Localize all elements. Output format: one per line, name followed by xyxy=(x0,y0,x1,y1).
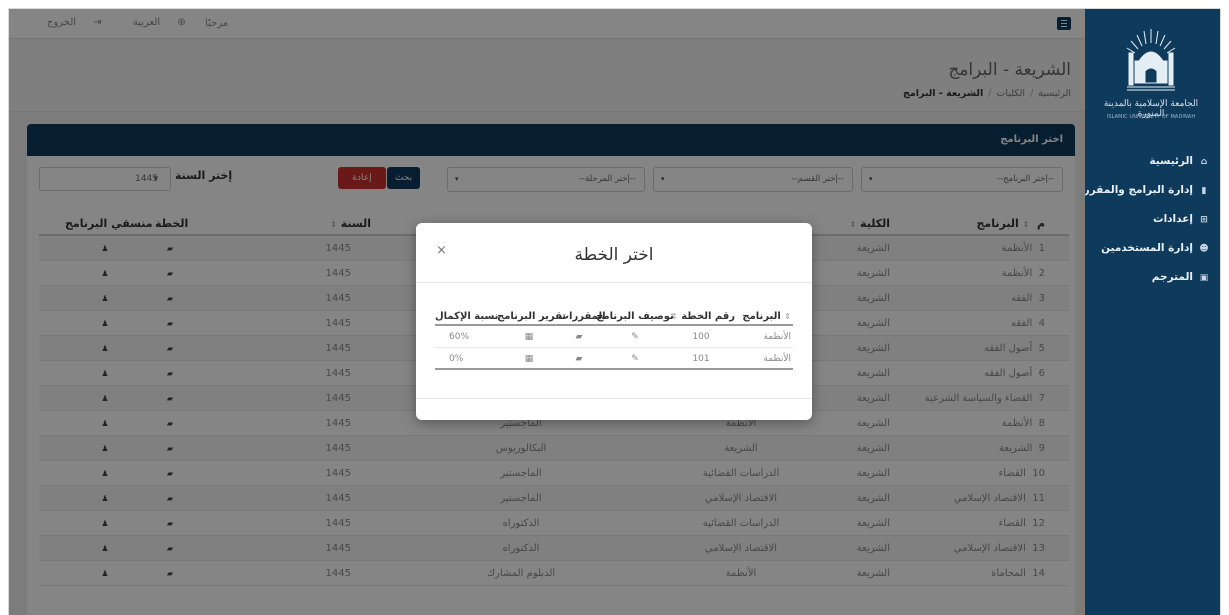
column-header-program[interactable]: ⇕ البرنامج xyxy=(742,307,791,326)
edit-description-icon[interactable]: ✎ xyxy=(595,348,675,370)
sidebar-item-label: المترجم xyxy=(1151,271,1193,283)
sidebar-item-settings[interactable]: ⊞ إعدادات xyxy=(1083,205,1220,234)
sidebar-item-users[interactable]: ☻ إدارة المستخدمين xyxy=(1083,234,1220,263)
completion-value: 0% xyxy=(449,354,464,364)
plan-program: الأنظمة xyxy=(763,354,791,364)
courses-book-icon[interactable]: ▰ xyxy=(559,348,599,370)
sidebar-item-label: الرئيسية xyxy=(1149,155,1193,167)
sidebar-nav: ⌂ الرئيسية ▮ إدارة البرامج والمقررات ⊞ إعدا… xyxy=(1069,147,1220,292)
column-header-description: توصيف البرنامج xyxy=(596,311,674,322)
plan-row[interactable]: الأنظمة 101 ✎ ▰ ▦ 0% xyxy=(435,348,793,370)
users-icon: ☻ xyxy=(1199,244,1209,254)
completion-value: 60% xyxy=(449,332,470,342)
app-window: الجامعة الإسلامية بالمدينة المنورة ISLAM… xyxy=(8,8,1221,615)
book-icon: ▮ xyxy=(1201,186,1207,196)
home-icon: ⌂ xyxy=(1200,157,1208,167)
courses-book-icon[interactable]: ▰ xyxy=(559,326,599,348)
column-header-label: البرنامج xyxy=(742,311,781,322)
report-icon[interactable]: ▦ xyxy=(497,326,561,348)
plan-number: 100 xyxy=(692,332,710,342)
mosque-emblem-icon xyxy=(1126,29,1176,91)
plan-row[interactable]: الأنظمة 100 ✎ ▰ ▦ 60% xyxy=(435,326,793,348)
column-header-completion: نسبة الإكمال xyxy=(435,311,499,322)
modal-header: اختر الخطة × xyxy=(416,223,812,283)
column-header-label: رقم الخطة xyxy=(681,311,736,322)
university-name-english: ISLAMIC UNIVERSITY OF MADINAH xyxy=(1106,114,1196,120)
plan-number: 101 xyxy=(692,354,710,364)
sidebar-item-label: إدارة البرامج والمقررات xyxy=(1069,184,1193,196)
plans-table: ⇕ البرنامج ⇕ رقم الخطة توصيف البرنامج ال… xyxy=(435,307,793,370)
sidebar-item-translator[interactable]: ▣ المترجم xyxy=(1083,263,1220,292)
sidebar-item-programs[interactable]: ▮ إدارة البرامج والمقررات xyxy=(1069,176,1220,205)
edit-description-icon[interactable]: ✎ xyxy=(595,326,675,348)
close-icon[interactable]: × xyxy=(436,243,447,258)
main-content: ⊕ العربية ⇥ الخروج مرحبًا الشريعة - البر… xyxy=(9,9,1085,615)
modal-footer xyxy=(416,398,812,420)
modal-title: اختر الخطة xyxy=(574,245,654,265)
sidebar-item-home[interactable]: ⌂ الرئيسية xyxy=(1083,147,1220,176)
sidebar-item-label: إدارة المستخدمين xyxy=(1101,242,1193,254)
university-logo[interactable]: الجامعة الإسلامية بالمدينة المنورة ISLAM… xyxy=(1094,23,1208,127)
choose-plan-modal: اختر الخطة × ⇕ البرنامج ⇕ رقم الخطة توصي… xyxy=(416,223,812,420)
column-header-plan-number[interactable]: ⇕ رقم الخطة xyxy=(671,307,735,326)
sidebar: الجامعة الإسلامية بالمدينة المنورة ISLAM… xyxy=(1069,9,1220,615)
report-icon[interactable]: ▦ xyxy=(497,348,561,370)
column-header-report: تقرير البرنامج xyxy=(497,311,567,322)
settings-icon: ⊞ xyxy=(1200,215,1208,225)
sidebar-item-label: إعدادات xyxy=(1153,213,1193,225)
plan-program: الأنظمة xyxy=(763,332,791,342)
sort-icon: ⇕ xyxy=(784,312,791,321)
plans-table-header: ⇕ البرنامج ⇕ رقم الخطة توصيف البرنامج ال… xyxy=(435,307,793,326)
translate-icon: ▣ xyxy=(1199,273,1209,283)
